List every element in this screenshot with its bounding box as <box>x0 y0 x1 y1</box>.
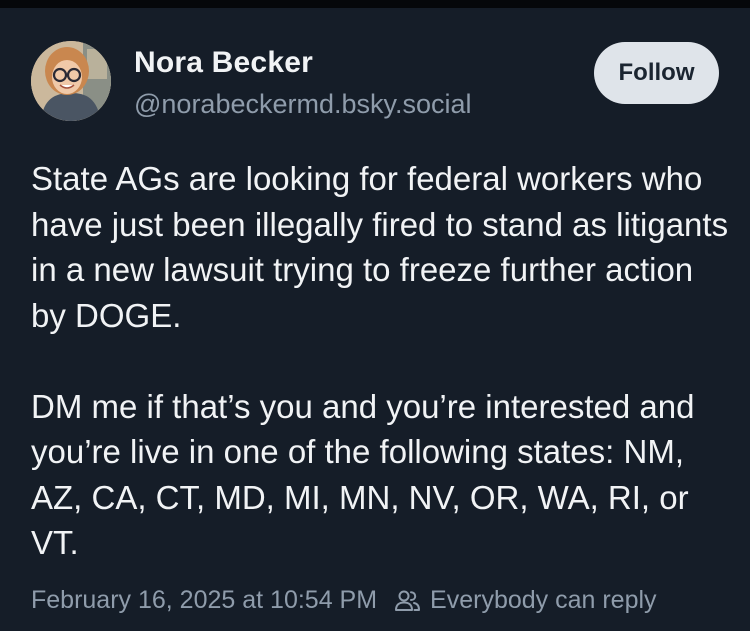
follow-button[interactable]: Follow <box>594 42 719 104</box>
post-paragraph: DM me if that’s you and you’re intereste… <box>31 387 695 562</box>
post-timestamp[interactable]: February 16, 2025 at 10:54 PM <box>31 586 377 615</box>
post-paragraph: State AGs are looking for federal worker… <box>31 160 729 334</box>
author-handle[interactable]: @norabeckermd.bsky.social <box>134 89 472 120</box>
author-avatar[interactable] <box>31 41 111 121</box>
post-meta: February 16, 2025 at 10:54 PM Everybody … <box>31 586 657 615</box>
post-card: Nora Becker @norabeckermd.bsky.social Fo… <box>0 0 750 631</box>
avatar-photo-icon <box>31 41 111 121</box>
reply-setting-label[interactable]: Everybody can reply <box>430 586 657 615</box>
post-body: State AGs are looking for federal worker… <box>31 156 731 566</box>
author-display-name[interactable]: Nora Becker <box>134 46 313 80</box>
people-icon <box>395 590 421 611</box>
